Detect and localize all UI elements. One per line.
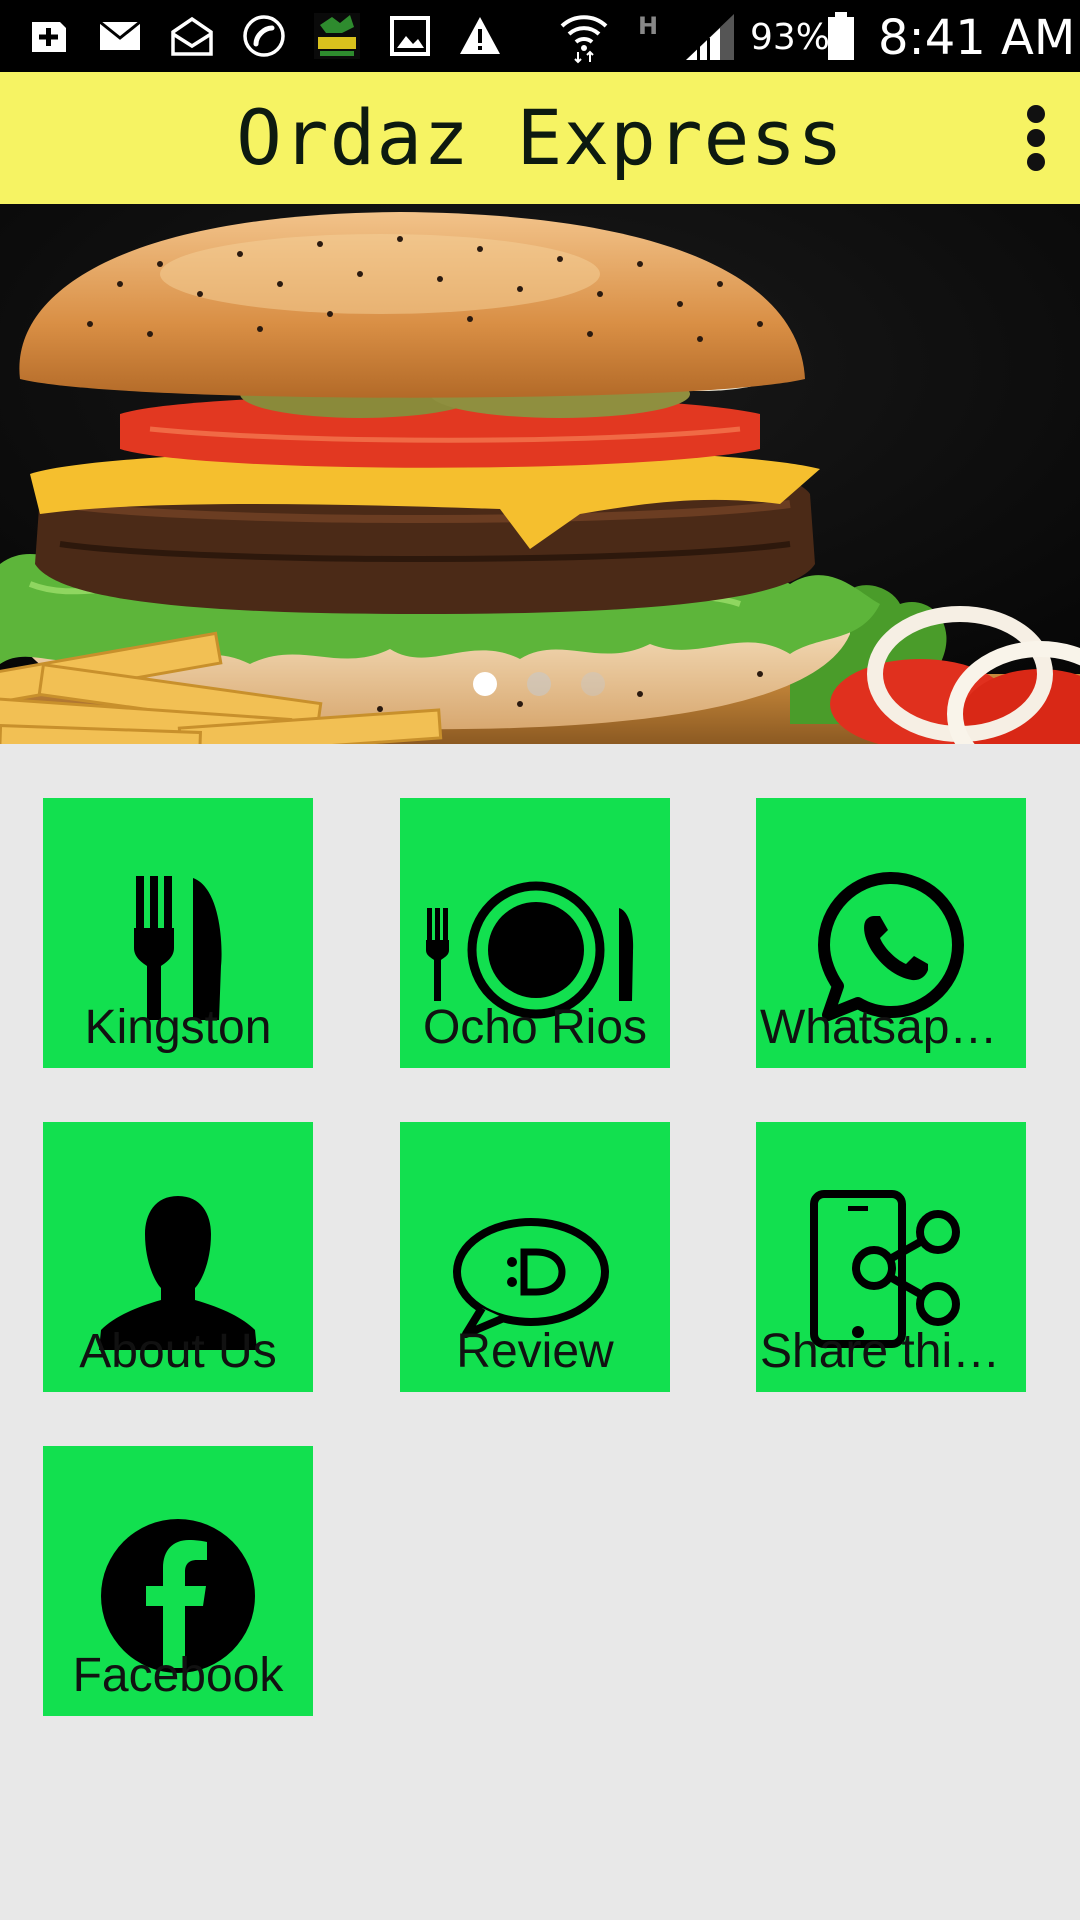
carousel-dot-1[interactable] [473, 672, 497, 696]
mail-icon [99, 20, 141, 50]
tile-label: Share this… [760, 1325, 1022, 1378]
carousel-indicator [0, 664, 1080, 704]
carousel-dot-2[interactable] [527, 672, 551, 696]
tile-kingston[interactable]: Kingston [43, 798, 313, 1068]
banner-carousel[interactable] [0, 204, 1080, 744]
burger-banner-image [0, 204, 1080, 744]
tile-label: Review [456, 1325, 614, 1378]
tile-about-us[interactable]: About Us [43, 1122, 313, 1392]
warning-icon [460, 17, 500, 54]
battery-icon [828, 12, 854, 60]
app-title: Ordaz Express [236, 93, 844, 182]
more-vert-icon [1027, 105, 1045, 171]
battery-percent: 93% [750, 17, 831, 58]
tile-ocho-rios[interactable]: Ocho Rios [400, 798, 670, 1068]
tile-review[interactable]: Review [400, 1122, 670, 1392]
open-mail-icon [171, 16, 213, 56]
call-icon [243, 15, 285, 57]
tile-whatsapp[interactable]: Whatsapp… [756, 798, 1026, 1068]
tile-label: Ocho Rios [422, 1001, 648, 1054]
tile-label: Kingston [84, 1001, 272, 1054]
tile-share[interactable]: Share this… [756, 1122, 1026, 1392]
tile-label: Facebook [72, 1649, 284, 1702]
tile-facebook[interactable]: Facebook [43, 1446, 313, 1716]
signal-icon [686, 14, 734, 60]
overflow-menu-button[interactable] [1006, 92, 1066, 184]
tile-label: About Us [79, 1325, 277, 1378]
add-box-icon [32, 22, 66, 52]
wifi-icon [560, 15, 608, 64]
network-type-label: H [638, 12, 659, 40]
app-bar: Ordaz Express [0, 72, 1080, 204]
carousel-dot-3[interactable] [581, 672, 605, 696]
status-bar: H 93% 8:41 AM [0, 0, 1080, 72]
app-logo-icon [314, 13, 360, 59]
clock: 8:41 AM [878, 10, 1076, 66]
tile-label: Whatsapp… [760, 1001, 1022, 1054]
image-icon [390, 16, 430, 56]
